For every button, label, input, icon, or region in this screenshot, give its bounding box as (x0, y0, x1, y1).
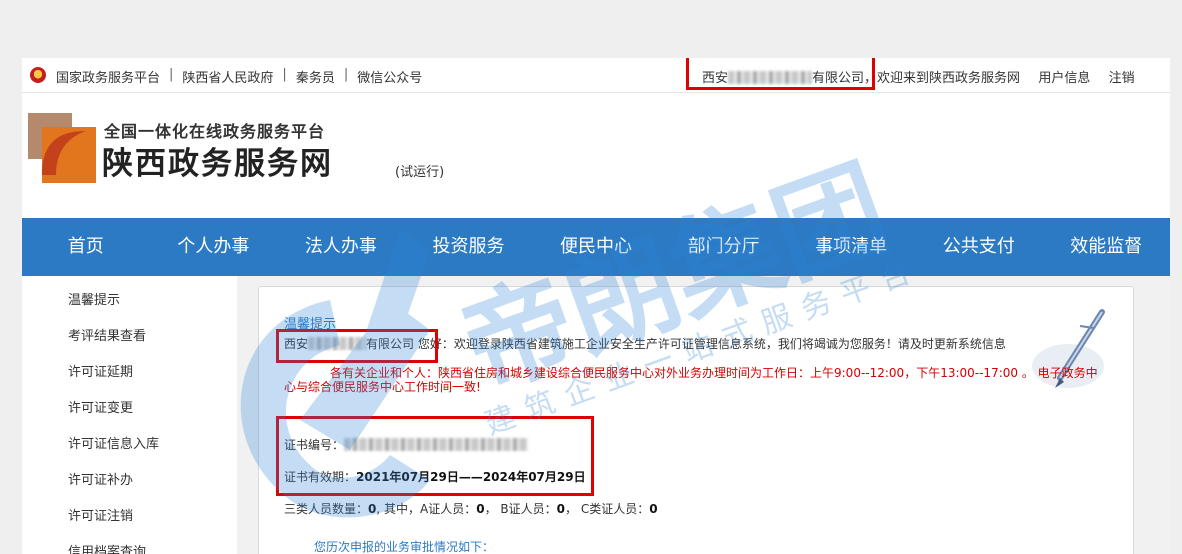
link-provincial-government[interactable]: 陕西省人民政府 (182, 67, 273, 86)
nav-home[interactable]: 首页 (22, 218, 150, 276)
nav-item-list[interactable]: 事项清单 (787, 218, 915, 276)
sidebar-item-import[interactable]: 许可证信息入库 (68, 433, 159, 452)
sidebar-item-extend[interactable]: 许可证延期 (68, 361, 133, 380)
portal-page: 国家政务服务平台 | 陕西省人民政府 | 秦务员 | 微信公众号 西安 有限公司，… (22, 58, 1170, 554)
highlight-box-certificate (276, 416, 594, 496)
history-title: 您历次申报的业务审批情况如下： (314, 540, 495, 554)
link-qinwuyuan[interactable]: 秦务员 (296, 67, 335, 86)
sidebar: 温馨提示 考评结果查看 许可证延期 许可证变更 许可证信息入库 许可证补办 许可… (22, 276, 237, 554)
logo-title: 陕西政务服务网 (102, 146, 333, 182)
sidebar-item-cancel[interactable]: 许可证注销 (68, 505, 133, 524)
staff-count: 三类人员数量：0, 其中，A证人员：0， B证人员：0， C类证人员：0 (284, 502, 658, 516)
nav-public-center[interactable]: 便民中心 (532, 218, 660, 276)
national-emblem-icon (30, 67, 46, 83)
welcome-text: ，欢迎来到陕西政务服务网 (864, 71, 1021, 86)
user-info-link[interactable]: 用户信息 (1038, 71, 1090, 86)
sidebar-item-change[interactable]: 许可证变更 (68, 397, 133, 416)
site-logo-icon (28, 113, 96, 183)
notice-text: 各有关企业和个人：陕西省住房和城乡建设综合便民服务中心对外业务办理时间为工作日：… (284, 366, 1098, 394)
sidebar-item-evaluation[interactable]: 考评结果查看 (68, 325, 146, 344)
highlight-box-company (686, 58, 875, 90)
logout-link[interactable]: 注销 (1109, 71, 1135, 86)
top-links: 国家政务服务平台 | 陕西省人民政府 | 秦务员 | 微信公众号 (56, 67, 423, 86)
sidebar-item-reissue[interactable]: 许可证补办 (68, 469, 133, 488)
nav-departments[interactable]: 部门分厅 (660, 218, 788, 276)
sidebar-item-credit[interactable]: 信用档案查询 (68, 541, 146, 554)
link-national-platform[interactable]: 国家政务服务平台 (56, 67, 160, 86)
top-bar: 国家政务服务平台 | 陕西省人民政府 | 秦务员 | 微信公众号 西安 有限公司，… (22, 58, 1170, 93)
trial-label: (试运行) (395, 165, 445, 180)
nav-supervision[interactable]: 效能监督 (1043, 218, 1171, 276)
link-wechat[interactable]: 微信公众号 (357, 67, 422, 86)
highlight-box-company-greeting (276, 329, 438, 363)
nav-investment[interactable]: 投资服务 (405, 218, 533, 276)
nav-legal-entity[interactable]: 法人办事 (277, 218, 405, 276)
sidebar-item-tips[interactable]: 温馨提示 (68, 289, 120, 308)
nav-personal[interactable]: 个人办事 (150, 218, 278, 276)
greeting-text: 您好：欢迎登录陕西省建筑施工企业安全生产许可证管理信息系统，我们将竭诚为您服务！… (417, 337, 1006, 351)
nav-payment[interactable]: 公共支付 (915, 218, 1043, 276)
main-nav: 首页 个人办事 法人办事 投资服务 便民中心 部门分厅 事项清单 公共支付 效能… (22, 218, 1170, 276)
